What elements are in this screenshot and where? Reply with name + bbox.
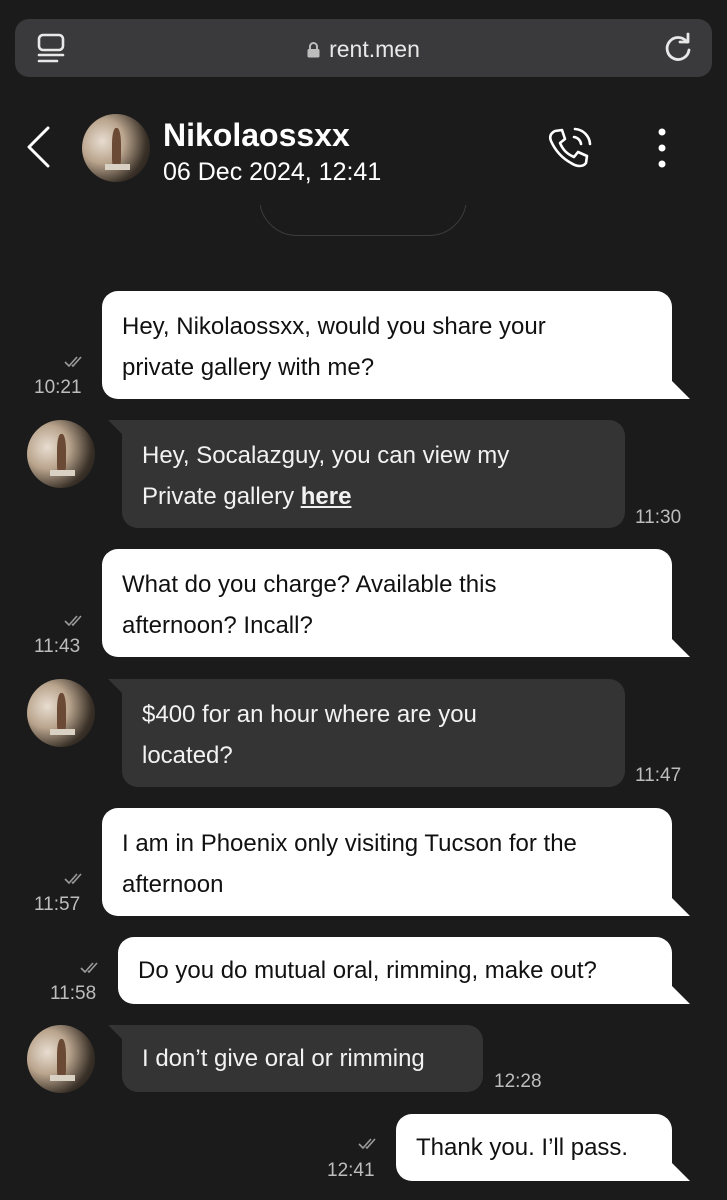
sender-avatar[interactable] <box>27 679 95 747</box>
message-outgoing[interactable]: What do you charge? Available this after… <box>102 549 690 657</box>
message-time: 11:47 <box>635 765 682 786</box>
message-text: What do you charge? Available this <box>122 571 497 598</box>
url-text[interactable]: rent.men <box>15 36 712 63</box>
contact-avatar[interactable] <box>82 114 150 182</box>
message-text: Do you do mutual oral, rimming, make out… <box>138 957 597 984</box>
message-text: $400 for an hour where are you <box>142 701 477 728</box>
message-outgoing[interactable]: Do you do mutual oral, rimming, make out… <box>118 937 690 1004</box>
message-text: afternoon? Incall? <box>122 612 313 639</box>
message-text: Hey, Socalazguy, you can view my <box>142 442 510 469</box>
message-time: 12:28 <box>494 1071 542 1092</box>
message-time: 11:43 <box>34 636 81 657</box>
url-label: rent.men <box>329 36 420 62</box>
sender-avatar[interactable] <box>27 1025 95 1093</box>
message-text: Hey, Nikolaossxx, would you share your <box>122 313 546 340</box>
message-time: 11:30 <box>635 507 682 528</box>
contact-name[interactable]: Nikolaossxx <box>163 117 350 154</box>
message-time: 11:58 <box>50 983 97 1004</box>
message-text: located? <box>142 742 233 769</box>
message-text: Private gallery <box>142 483 301 510</box>
contact-date: 06 Dec 2024, 12:41 <box>163 158 382 186</box>
back-icon[interactable] <box>24 125 54 169</box>
gallery-link[interactable]: here <box>301 483 352 510</box>
message-text: Thank you. I’ll pass. <box>416 1134 629 1161</box>
lock-icon <box>307 42 320 58</box>
read-ticks-icon <box>358 1138 376 1149</box>
message-outgoing[interactable]: Thank you. I’ll pass. <box>396 1114 690 1181</box>
address-bar[interactable]: rent.men <box>15 19 712 77</box>
read-ticks-icon <box>64 873 82 884</box>
more-icon[interactable] <box>653 127 671 169</box>
message-time: 10:21 <box>34 377 82 398</box>
message-text: I am in Phoenix only visiting Tucson for… <box>122 830 577 857</box>
message-time: 11:57 <box>34 894 81 915</box>
message-outgoing[interactable]: I am in Phoenix only visiting Tucson for… <box>102 808 690 916</box>
browser-toolbar: rent.men <box>0 0 727 95</box>
call-icon[interactable] <box>545 125 595 171</box>
message-text-line: Private gallery here <box>142 476 605 517</box>
sender-avatar[interactable] <box>27 420 95 488</box>
read-ticks-icon <box>64 356 82 367</box>
message-text: afternoon <box>122 871 224 898</box>
message-outgoing[interactable]: Hey, Nikolaossxx, would you share your p… <box>102 291 690 399</box>
chat-header: Nikolaossxx 06 Dec 2024, 12:41 <box>0 95 727 205</box>
message-incoming[interactable]: I don’t give oral or rimming <box>108 1025 483 1092</box>
message-incoming[interactable]: Hey, Socalazguy, you can view my Private… <box>108 420 625 528</box>
message-text: private gallery with me? <box>122 354 375 381</box>
read-ticks-icon <box>64 615 82 626</box>
message-time: 12:41 <box>327 1160 375 1181</box>
reload-icon[interactable] <box>662 31 694 65</box>
message-text: I don’t give oral or rimming <box>142 1045 425 1072</box>
message-incoming[interactable]: $400 for an hour where are you located? <box>108 679 625 787</box>
read-ticks-icon <box>80 962 98 973</box>
